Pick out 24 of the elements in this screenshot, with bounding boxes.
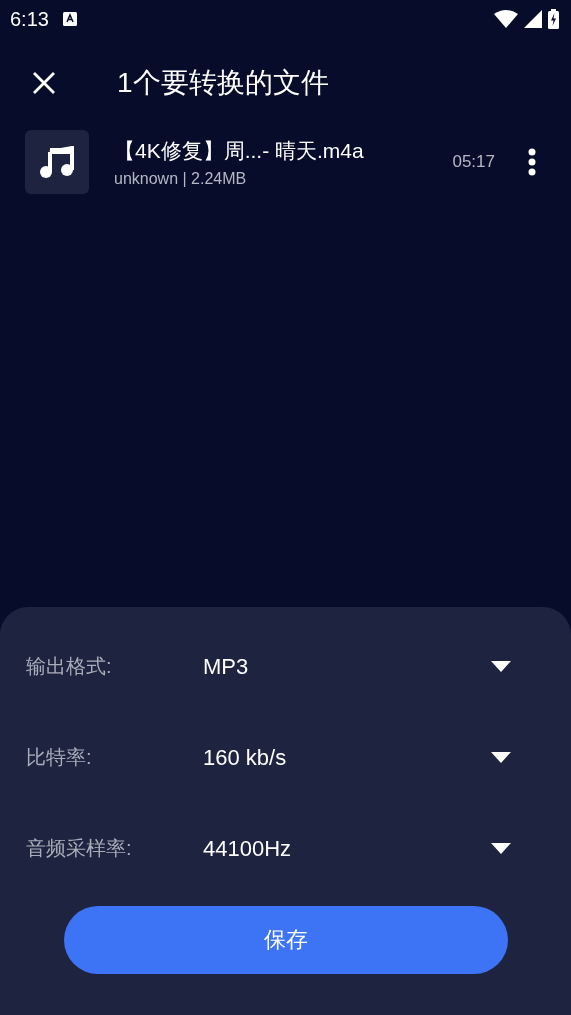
dropdown-field[interactable]: 比特率: 160 kb/s (0, 712, 571, 803)
field-value: MP3 (203, 653, 249, 680)
field-value: 44100Hz (203, 835, 292, 862)
battery-icon (548, 9, 559, 29)
more-options-button[interactable] (527, 148, 537, 176)
dropdown-arrow-icon (491, 752, 511, 763)
dropdown-arrow-icon (491, 843, 511, 854)
field-label: 比特率: (25, 745, 93, 770)
signal-icon (524, 10, 542, 28)
field-value: 160 kb/s (203, 744, 287, 771)
keyboard-icon (62, 12, 77, 26)
file-name: 【4K修复】周...- 晴天.m4a (114, 137, 364, 164)
save-button[interactable]: 保存 (64, 906, 508, 974)
file-duration: 05:17 (452, 152, 495, 172)
status-time: 6:13 (10, 7, 49, 31)
wifi-icon (494, 10, 518, 28)
dropdown-arrow-icon (491, 661, 511, 672)
screen-title: 1个要转换的文件 (117, 66, 329, 100)
music-note-icon (25, 130, 89, 194)
dropdown-field[interactable]: 输出格式: MP3 (0, 621, 571, 712)
file-details: unknown | 2.24MB (114, 169, 248, 188)
dropdown-field[interactable]: 音频采样率: 44100Hz (0, 803, 571, 894)
field-label: 音频采样率: (25, 836, 133, 861)
field-label: 输出格式: (25, 654, 113, 679)
